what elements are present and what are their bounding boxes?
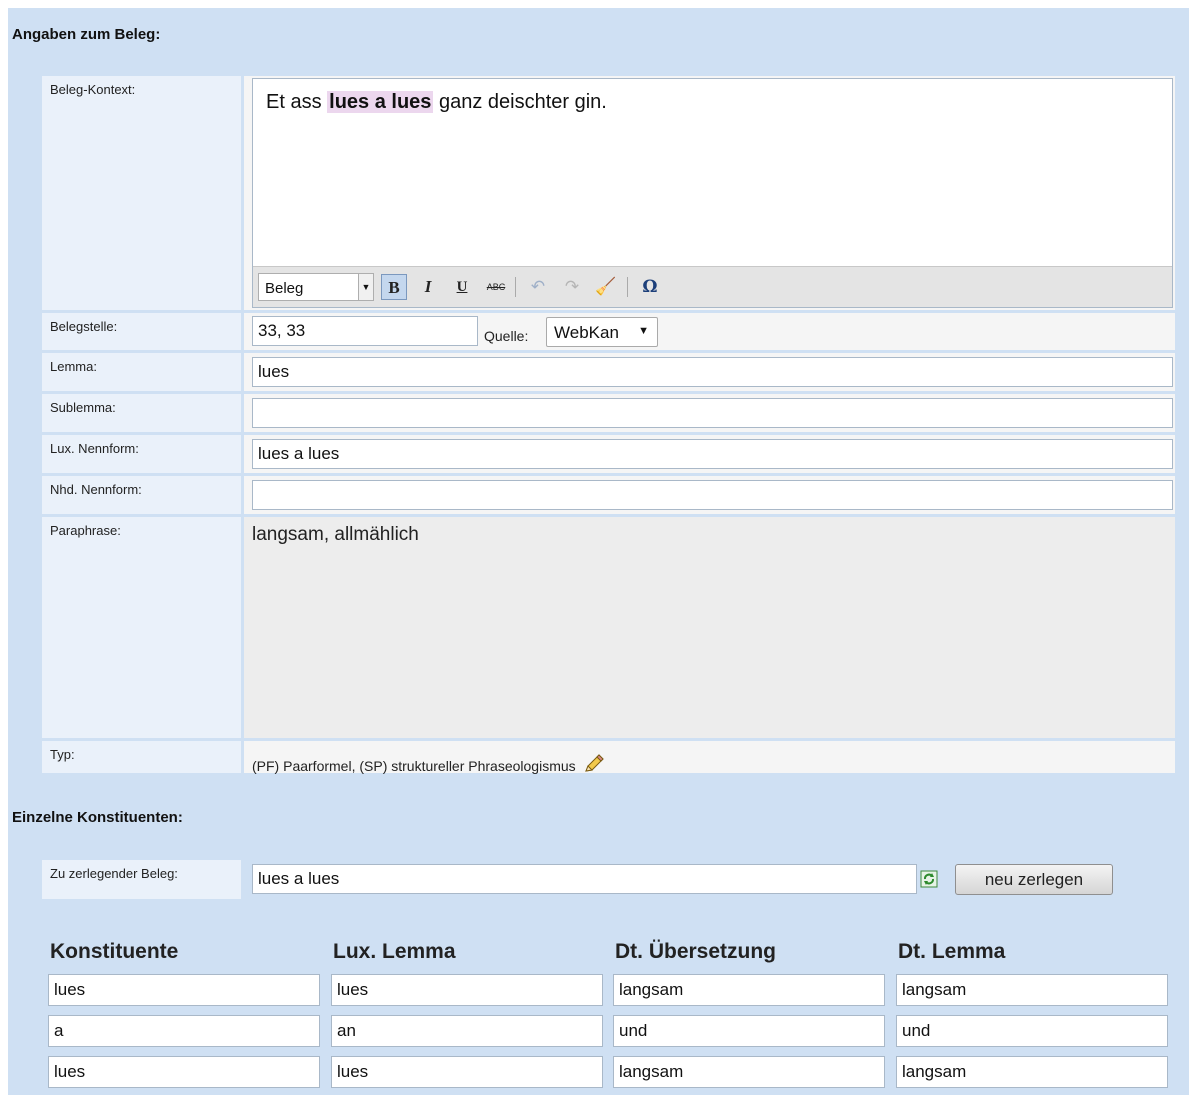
editor-toolbar: Beleg ▼ B I U ABC ↶ ↷ 🧹 Ω [253,266,1172,307]
lemma-input[interactable]: lues [252,357,1173,387]
pencil-icon[interactable] [583,754,605,774]
column-header-dt-lemma: Dt. Lemma [898,940,1006,963]
label-zerlegen: Zu zerlegender Beleg: [42,860,241,899]
dt-lemma-input[interactable]: langsam [896,1056,1168,1088]
label-paraphrase: Paraphrase: [42,517,241,738]
toolbar-separator [627,277,628,297]
italic-button[interactable]: I [415,274,441,300]
lux-nennform-label: Lux. Nennform: [50,441,139,456]
chevron-down-icon: ▼ [358,274,373,300]
lux-nennform-input[interactable]: lues a lues [252,439,1173,469]
format-select[interactable]: Beleg ▼ [258,273,374,301]
sublemma-label: Sublemma: [50,400,116,415]
label-lemma: Lemma: [42,353,241,391]
kontext-text-after: ganz deischter gin. [433,91,607,113]
paraphrase-textarea[interactable] [244,517,1175,738]
zerlegen-input[interactable]: lues a lues [252,864,917,894]
chevron-down-icon: ▼ [638,325,649,337]
eraser-icon[interactable]: 🧹 [593,274,619,300]
zerlegen-label: Zu zerlegender Beleg: [50,866,178,881]
bold-button[interactable]: B [381,274,407,300]
dt-uebersetzung-input[interactable]: langsam [613,1056,885,1088]
konstituente-input[interactable]: a [48,1015,320,1047]
dt-uebersetzung-input[interactable]: langsam [613,974,885,1006]
typ-label: Typ: [50,747,75,762]
quelle-select-value: WebKan [554,323,619,342]
label-nhd-nennform: Nhd. Nennform: [42,476,241,514]
redo-icon[interactable]: ↷ [559,274,585,300]
paraphrase-label: Paraphrase: [50,523,121,538]
konstituente-input[interactable]: lues [48,974,320,1006]
neu-zerlegen-button[interactable]: neu zerlegen [955,864,1113,895]
belegstelle-input[interactable]: 33, 33 [252,316,478,346]
lux-lemma-input[interactable]: an [331,1015,603,1047]
typ-value: (PF) Paarformel, (SP) struktureller Phra… [252,754,605,774]
nhd-nennform-label: Nhd. Nennform: [50,482,142,497]
column-header-dt-uebersetzung: Dt. Übersetzung [615,940,777,963]
lemma-label: Lemma: [50,359,97,374]
undo-icon[interactable]: ↶ [525,274,551,300]
nhd-nennform-input[interactable] [252,480,1173,510]
quelle-label: Quelle: [484,328,529,344]
rich-text-editor[interactable]: Et ass lues a lues ganz deischter gin. B… [252,78,1173,308]
kontext-text-before: Et ass [266,91,328,113]
column-header-lux-lemma: Lux. Lemma [333,940,456,963]
omega-icon[interactable]: Ω [637,274,663,300]
section-title-angaben: Angaben zum Beleg: [12,26,161,43]
underline-button[interactable]: U [449,274,475,300]
editor-content[interactable]: Et ass lues a lues ganz deischter gin. [266,91,607,114]
lux-lemma-input[interactable]: lues [331,974,603,1006]
dt-lemma-input[interactable]: und [896,1015,1168,1047]
column-header-konstituente: Konstituente [50,940,179,963]
belegstelle-label: Belegstelle: [50,319,118,334]
strikethrough-button[interactable]: ABC [483,274,509,300]
label-typ: Typ: [42,741,241,773]
label-sublemma: Sublemma: [42,394,241,432]
refresh-icon[interactable] [920,870,938,888]
kontext-label: Beleg-Kontext: [50,82,136,97]
quelle-select[interactable]: WebKan ▼ [546,317,658,347]
label-lux-nennform: Lux. Nennform: [42,435,241,473]
label-belegstelle: Belegstelle: [42,313,241,350]
section-title-konstituenten: Einzelne Konstituenten: [12,809,183,826]
konstituente-input[interactable]: lues [48,1056,320,1088]
dt-uebersetzung-input[interactable]: und [613,1015,885,1047]
label-kontext: Beleg-Kontext: [42,76,241,310]
toolbar-separator [515,277,516,297]
typ-text: (PF) Paarformel, (SP) struktureller Phra… [252,758,576,774]
format-select-value: Beleg [265,280,304,297]
lux-lemma-input[interactable]: lues [331,1056,603,1088]
paraphrase-text: langsam, allmählich [252,524,419,545]
dt-lemma-input[interactable]: langsam [896,974,1168,1006]
kontext-highlight: lues a lues [327,91,434,113]
sublemma-input[interactable] [252,398,1173,428]
